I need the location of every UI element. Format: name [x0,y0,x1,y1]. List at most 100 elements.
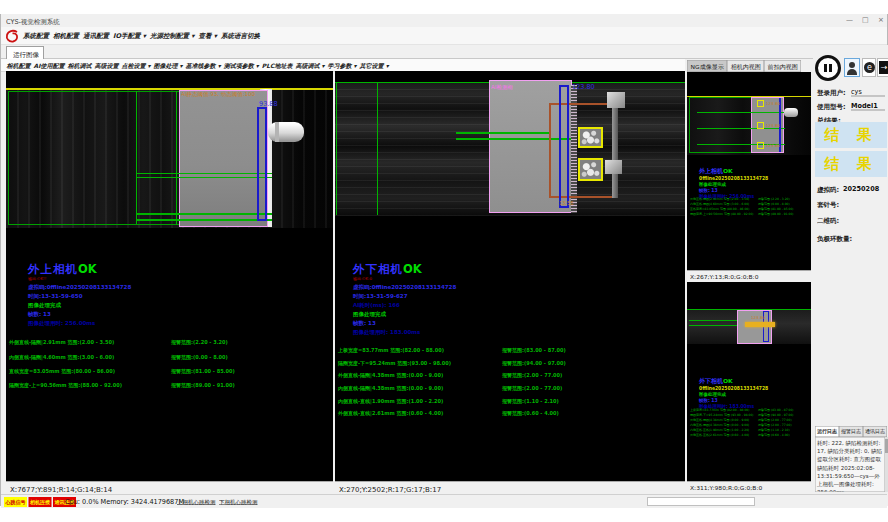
preview-view-upper[interactable]: 123.80 123.80 123.80 外上相机OK 0ffline20250… [687,72,811,281]
overlay-green-hline [689,325,737,326]
minimize-button[interactable]: — [846,15,853,23]
result-frames: 帧数: 13 [699,399,768,404]
tab-row: 运行图像 [1,45,887,59]
progress-box [647,497,755,506]
settings-button[interactable]: e [862,58,876,77]
log-tab[interactable]: 运行日志 [815,426,839,437]
measurement-row: 外侧直线-直线|2.61mm 范围:(0.60 - 4.00)报警范围:(0.6… [338,410,683,423]
exit-button[interactable]: → [877,58,888,77]
toolbar-item[interactable]: 高级设置 [94,62,118,71]
user-button[interactable] [844,58,860,77]
heartbeat-link-upper[interactable]: 上相机心跳检测 [177,498,216,506]
overlay-yellow-line [6,88,333,90]
pause-icon [824,64,827,72]
log-tab[interactable]: 报警日志 [839,426,863,437]
pixel-status-middle: X:270;Y:2502;R:17;G:17;B:17 [335,481,685,494]
exit-icon: → [879,61,888,74]
measure-value-label: 93.88 [259,100,278,108]
toolbar-item[interactable]: 测试项参数 ▾ [224,62,259,71]
maximize-button[interactable]: □ [862,15,869,23]
result-status: OK [723,377,733,384]
defect-square [757,122,764,129]
measurement-row: 外侧直线-直线|2.61mm 范围:(0.60 - 4.00)报警范围:(0.6… [690,433,810,438]
measurement-row: 外侧直线-隔圈|4.38mm 范围:(0.00 - 9.00)报警范围:(2.0… [338,372,683,385]
overlay-green-vline [136,91,137,224]
defect-highlight [745,322,775,327]
user-icon [849,62,855,68]
toolbar-item[interactable]: 学习参数 ▾ [328,62,357,71]
overlay-green-hline [136,177,272,178]
preview-tab[interactable]: 前拍内视图 [764,60,801,72]
metal-highlight [607,92,625,108]
ai-threshold-label: AI静态阈值:93, 动态阈值:100 [181,90,255,98]
defect-square [757,142,764,149]
result-elapsed: 图像处理用时: 183.00ms [353,330,456,336]
ai-box-label: AI检测框 [491,83,513,91]
measurement-row: 隔圈宽度-上=90.56mm 范围:(88.00 - 92.00)报警范围:(8… [690,212,810,217]
camera-view-outer-upper[interactable]: AI静态阈值:93, 动态阈值:100 93.88 外上相机OK 输出:OK!!… [6,71,333,494]
measure-value-label: 123.80 [572,83,595,91]
menu-bar: 系统配置相机配置通讯配置 IO手配置 ▾ 光源控制配置 ▾ 查看 ▾系统语言切换 [1,27,887,45]
menu-item[interactable]: IO手配置 ▾ [113,32,146,41]
log-tab[interactable]: 通讯日志 [863,426,887,437]
needle-label: 套针号: [817,200,839,209]
result-status: OK [723,167,733,174]
pixel-status-left: X:7677;Y:891;R:14;G:14;B:14 [6,481,333,494]
user-label: 登录用户: [817,88,846,97]
camera-view-outer-lower[interactable]: AI检测框 123.80 13.58 外下相机OK 输出:OK:0 虚拟码:0f… [335,71,685,494]
menu-item[interactable]: 系统语言切换 [221,32,260,41]
menu-item[interactable]: 系统配置 [23,32,49,41]
result-done: 图像处理完成 [699,183,768,188]
app-logo-icon [5,29,20,44]
toolbar-item[interactable]: 基准线参数 ▾ [186,62,221,71]
measure-value-label-orange: 13.58 [559,200,573,206]
mini-label: 123.80 [766,101,780,106]
menu-item[interactable]: 光源控制配置 ▾ [150,32,195,41]
measurement-row: 外侧直线-隔圈|2.91mm 范围:(2.00 - 3.50)报警范围:(2.2… [9,339,337,353]
overlay-green-hline [136,173,272,174]
pixel-status-text: X:270;Y:2502;R:17;G:17;B:17 [339,485,441,493]
measurement-list-middle: 上极宽度=83.77mm 范围:(82.00 - 88.00)报警范围:(83.… [338,347,683,423]
pixel-status: X:311;Y:980;R:0;G:0;B:0 [687,481,811,492]
overlay-green-hline [136,213,272,215]
menu-item[interactable]: 相机配置 [53,32,79,41]
preview-tab[interactable]: NG成像显示 [687,60,727,72]
status-bar: 心跳信号相机连接通讯连接 Cpu: 0.0% Memory: 3424.4179… [1,494,887,508]
result-barcode: 虚拟码:0ffline20250208133134728 [28,285,131,291]
overlay-green-vline [176,91,177,225]
toolbar-item[interactable]: 图像处理 ▾ [153,62,182,71]
toolbar-item[interactable]: 其它设置 ▾ [360,62,389,71]
toolbar-item[interactable]: 高级调试 ▾ [295,62,324,71]
detect-region-box [179,90,268,227]
mini-measurements: 外侧直线-隔圈|2.91mm 范围:(2.00 - 3.50)报警范围:(2.2… [690,197,810,217]
result-time: 时间:13-31-59-627 [353,294,456,300]
app-window: CYS-视觉检测系统 — □ × 系统配置相机配置通讯配置IO手配置 ▾光源控制… [0,14,888,506]
preview-tab[interactable]: 相机内视图 [727,60,764,72]
log-area[interactable]: 耗时: 222, 缺陷检测耗时: 17, 缺陷分类耗时: 0, 缺陷提取分区耗时… [815,437,885,492]
menu-item[interactable]: 查看 ▾ [199,32,218,41]
tab-run-image[interactable]: 运行图像 [6,46,44,59]
status-badge: 心跳信号 [4,497,27,507]
toolbar-item[interactable]: PLC地址表 [262,62,293,71]
heartbeat-link-lower[interactable]: 下相机心跳检测 [219,498,258,506]
mini-result-block: 外上相机OK 0ffline20250208133134728 图像处理完成 帧… [699,165,768,199]
camera-image-middle: AI检测框 123.80 13.58 [335,82,685,216]
pause-button[interactable] [815,55,841,81]
result-block: 结 果 [815,151,887,177]
toolbar-item[interactable]: 相机配置 [7,62,31,71]
measurement-list-left: 外侧直线-隔圈|2.91mm 范围:(2.00 - 3.50)报警范围:(2.2… [9,339,337,396]
result-block: 结 果 [815,122,887,148]
toolbar-item[interactable]: 点检设置 ▾ [121,62,150,71]
measure-blue-box [257,107,267,221]
toolbar-item[interactable]: 相机调试 [67,62,91,71]
preview-view-lower[interactable]: 123.80 外下相机OK 0ffline20250208133134728 图… [687,282,811,492]
log-tabs: 运行日志报警日志通讯日志 [815,426,888,437]
toolbar-item[interactable]: AI使用配置 [34,62,65,71]
qr-label: 二维码: [817,216,839,225]
code-label: 虚拟码: [817,185,839,194]
overlay-green-vline [377,82,378,215]
menu-item[interactable]: 通讯配置 [83,32,109,41]
close-button[interactable]: × [878,15,884,23]
result-done: 图像处理完成 [699,393,768,398]
ring-count-label: 负极环数量: [817,234,852,243]
